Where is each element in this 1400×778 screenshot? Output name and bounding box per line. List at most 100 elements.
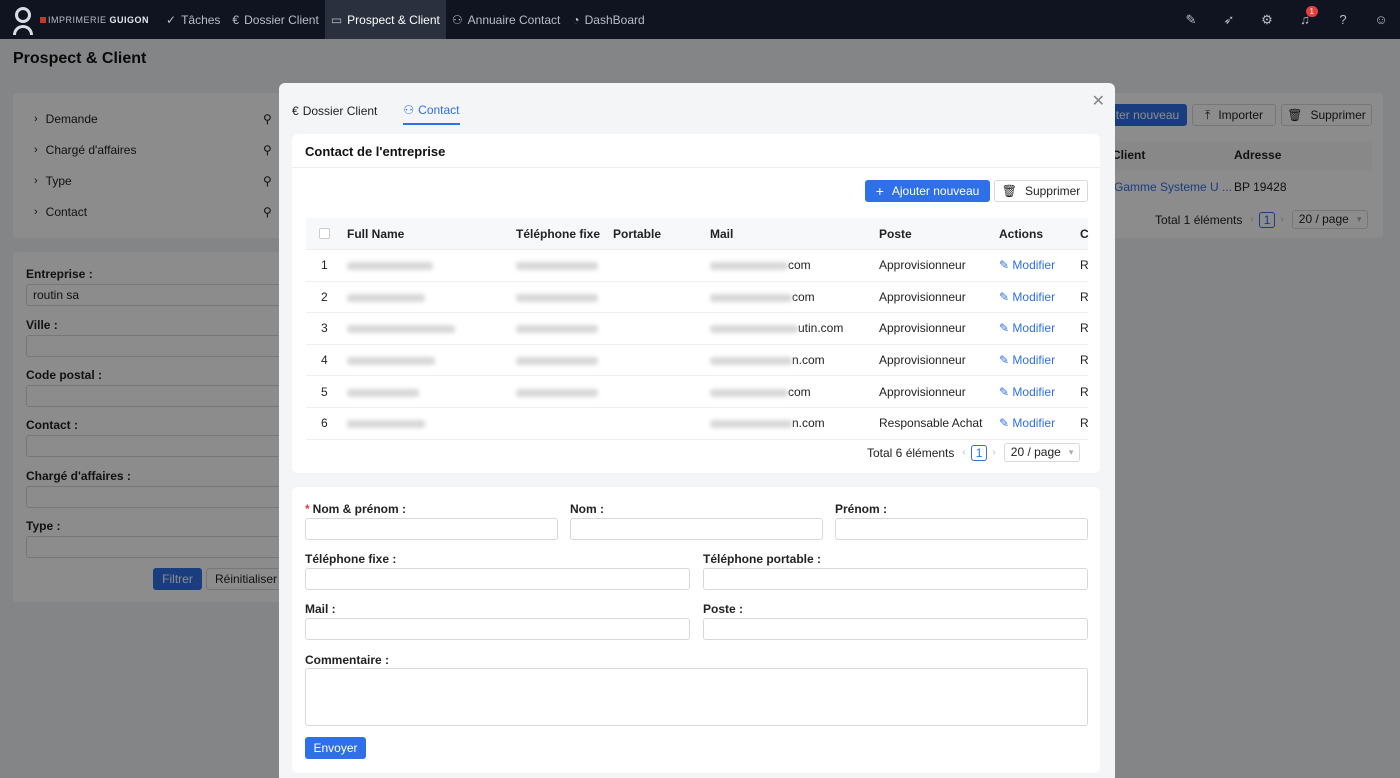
poste-cell: Approvisionneur bbox=[879, 384, 966, 399]
edit-icon: ✎ bbox=[999, 384, 1010, 399]
full-name-redacted bbox=[347, 385, 419, 399]
euro-circle-icon: € bbox=[292, 104, 299, 118]
user-icon[interactable]: ☺ bbox=[1362, 12, 1400, 27]
table-row: 2 com Approvisionneur ✎ Modifier R bbox=[306, 282, 1089, 314]
nav-right-icons: ✎ ➶ ⚙ ♫ 1 ? ☺ bbox=[1172, 0, 1400, 39]
table-row: 1 com Approvisionneur ✎ Modifier R bbox=[306, 250, 1089, 282]
select-all-checkbox[interactable] bbox=[319, 228, 330, 239]
telephone-redacted bbox=[516, 258, 598, 272]
mail-input[interactable] bbox=[305, 618, 690, 640]
commentaire-label: Commentaire : bbox=[305, 653, 390, 667]
modifier-link[interactable]: ✎ Modifier bbox=[999, 416, 1055, 430]
nom-prenom-input[interactable] bbox=[305, 518, 558, 540]
nom-label: Nom : bbox=[570, 502, 604, 516]
row-number: 3 bbox=[321, 321, 328, 336]
col-poste: Poste bbox=[879, 226, 912, 241]
tel-fixe-input[interactable] bbox=[305, 568, 690, 590]
modifier-link[interactable]: ✎ Modifier bbox=[999, 321, 1055, 335]
rocket-icon[interactable]: ➶ bbox=[1210, 12, 1248, 28]
divider bbox=[292, 167, 1100, 168]
tab-dossier-client[interactable]: € Dossier Client bbox=[292, 103, 377, 125]
prenom-label: Prénom : bbox=[835, 502, 888, 516]
users-icon: ⚇ bbox=[451, 12, 463, 27]
poste-label: Poste : bbox=[703, 602, 744, 616]
row-number: 6 bbox=[321, 416, 328, 431]
full-name-redacted bbox=[347, 353, 435, 367]
nav-item-prospect-client[interactable]: ▭ Prospect & Client bbox=[324, 0, 446, 39]
nav-item-dossier-client[interactable]: € Dossier Client bbox=[226, 0, 324, 39]
brush-icon[interactable]: ✎ bbox=[1172, 12, 1210, 28]
chevron-right-icon[interactable]: › bbox=[992, 447, 995, 458]
table-row: 3 utin.com Approvisionneur ✎ Modifier R bbox=[306, 313, 1089, 345]
table-header: Full Name Téléphone fixe Portable Mail P… bbox=[306, 218, 1089, 250]
trash-icon: 🗑 bbox=[1001, 184, 1017, 198]
col-actions: Actions bbox=[999, 226, 1044, 241]
bell-icon[interactable]: ♫ 1 bbox=[1286, 6, 1324, 27]
modifier-link[interactable]: ✎ Modifier bbox=[999, 385, 1055, 399]
notification-badge: 1 bbox=[1305, 6, 1318, 17]
modifier-link[interactable]: ✎ Modifier bbox=[999, 258, 1055, 272]
col-telephone-fixe: Téléphone fixe bbox=[516, 226, 601, 241]
table-row: 5 com Approvisionneur ✎ Modifier R bbox=[306, 376, 1089, 408]
edit-icon: ✎ bbox=[999, 321, 1010, 336]
poste-input[interactable] bbox=[703, 618, 1088, 640]
poste-cell: Responsable Achat bbox=[879, 416, 983, 431]
chevron-down-icon: ▾ bbox=[1068, 447, 1074, 457]
col-mail: Mail bbox=[710, 226, 734, 241]
help-icon[interactable]: ? bbox=[1324, 12, 1362, 27]
delete-contact-button[interactable]: 🗑 Supprimer bbox=[994, 180, 1088, 202]
id-card-icon: ▭ bbox=[330, 12, 343, 27]
mail-cell: com bbox=[710, 258, 811, 272]
modal-tabs: € Dossier Client ⚇ Contact bbox=[292, 103, 486, 125]
row-number: 5 bbox=[321, 384, 328, 399]
submit-button[interactable]: Envoyer bbox=[305, 737, 366, 759]
page-size-select[interactable]: 20 / page ▾ bbox=[1003, 443, 1081, 462]
chevron-left-icon[interactable]: ‹ bbox=[962, 447, 965, 458]
tel-portable-input[interactable] bbox=[703, 568, 1088, 590]
nav-item-annuaire-contact[interactable]: ⚇ Annuaire Contact bbox=[446, 0, 567, 39]
c-cell: R bbox=[1080, 258, 1089, 273]
check-icon: ✓ bbox=[166, 12, 177, 27]
telephone-redacted bbox=[516, 385, 598, 399]
c-cell: R bbox=[1080, 416, 1089, 431]
c-cell: R bbox=[1080, 321, 1089, 336]
edit-icon: ✎ bbox=[999, 353, 1010, 368]
add-contact-button[interactable]: + Ajouter nouveau bbox=[865, 180, 990, 202]
mail-cell: utin.com bbox=[710, 321, 843, 335]
tel-fixe-label: Téléphone fixe : bbox=[305, 552, 397, 566]
mail-cell: n.com bbox=[710, 353, 825, 367]
poste-cell: Approvisionneur bbox=[879, 258, 966, 273]
full-name-redacted bbox=[347, 321, 455, 335]
app-logo[interactable]: IMPRIMERIE GUIGON bbox=[0, 5, 160, 35]
close-icon[interactable]: ✕ bbox=[1092, 91, 1105, 111]
logo-square-icon bbox=[40, 16, 46, 23]
contacts-table: Full Name Téléphone fixe Portable Mail P… bbox=[306, 218, 1089, 440]
page-number[interactable]: 1 bbox=[970, 444, 988, 461]
telephone-redacted bbox=[516, 290, 598, 304]
prenom-input[interactable] bbox=[835, 518, 1088, 540]
nom-input[interactable] bbox=[570, 518, 823, 540]
nav-item-dashboard[interactable]: ◔ DashBoard bbox=[566, 0, 650, 39]
mail-cell: com bbox=[710, 290, 815, 304]
nom-prenom-label: * Nom & prénom : bbox=[305, 502, 407, 516]
users-icon: ⚇ bbox=[403, 103, 415, 117]
table-row: 6 n.com Responsable Achat ✎ Modifier R bbox=[306, 408, 1089, 440]
telephone-redacted bbox=[516, 353, 598, 367]
commentaire-textarea[interactable] bbox=[305, 668, 1088, 726]
tel-portable-label: Téléphone portable : bbox=[703, 552, 822, 566]
poste-cell: Approvisionneur bbox=[879, 289, 966, 304]
modifier-link[interactable]: ✎ Modifier bbox=[999, 290, 1055, 304]
plus-icon: + bbox=[875, 183, 884, 199]
col-portable: Portable bbox=[613, 226, 662, 241]
row-number: 1 bbox=[321, 258, 328, 273]
mail-cell: com bbox=[710, 385, 811, 399]
modifier-link[interactable]: ✎ Modifier bbox=[999, 353, 1055, 367]
gear-icon[interactable]: ⚙ bbox=[1248, 12, 1286, 28]
tab-contact[interactable]: ⚇ Contact bbox=[403, 103, 460, 125]
edit-icon: ✎ bbox=[999, 416, 1010, 431]
telephone-redacted bbox=[516, 321, 598, 335]
dashboard-icon: ◔ bbox=[572, 12, 580, 27]
edit-icon: ✎ bbox=[999, 289, 1010, 304]
row-number: 4 bbox=[321, 353, 328, 368]
nav-item-taches[interactable]: ✓ Tâches bbox=[160, 0, 226, 39]
